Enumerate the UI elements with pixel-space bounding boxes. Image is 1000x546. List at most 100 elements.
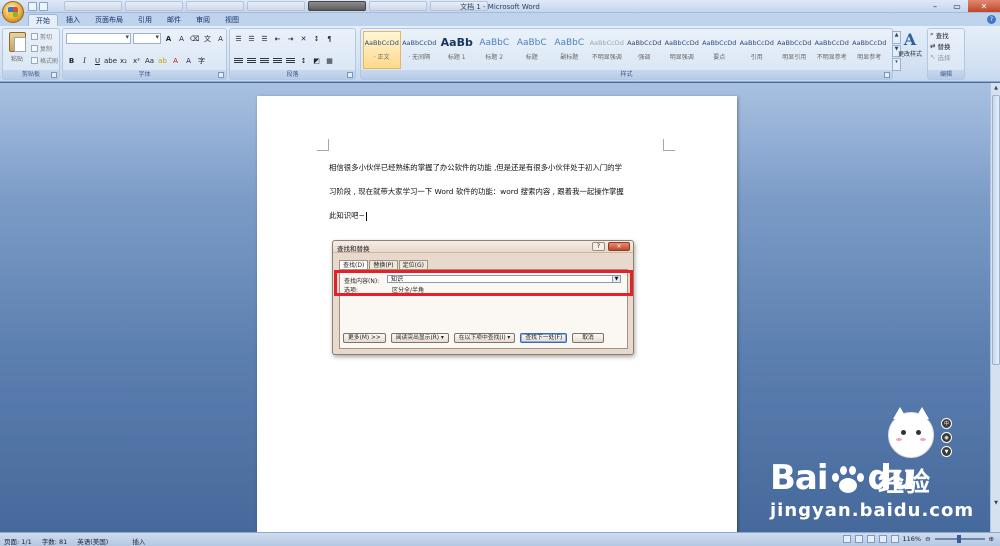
zoom-level[interactable]: 116% — [903, 535, 922, 543]
scroll-down-icon[interactable]: ▼ — [992, 500, 1000, 508]
justify-icon[interactable] — [272, 55, 283, 66]
sort-icon[interactable]: ↕ — [311, 33, 322, 44]
shading-icon[interactable]: ◩ — [311, 55, 322, 66]
borders-icon[interactable]: ▦ — [324, 55, 335, 66]
font-name-select[interactable] — [66, 33, 131, 44]
phonetic-guide-icon[interactable]: 文 — [202, 33, 213, 44]
align-right-icon[interactable] — [259, 55, 270, 66]
status-language[interactable]: 英语(美国) — [77, 536, 108, 546]
print-layout-view-icon[interactable] — [842, 535, 851, 543]
vertical-scrollbar[interactable]: ▲ ▼ — [990, 83, 1000, 532]
find-in-button[interactable]: 在以下项中查找(I) ▾ — [453, 333, 516, 343]
bullets-icon[interactable]: ☰ — [233, 33, 244, 44]
cancel-button[interactable]: 取消 — [572, 333, 604, 343]
increase-indent-icon[interactable]: ⇥ — [285, 33, 296, 44]
select-button[interactable]: ↖ 选择 — [930, 52, 950, 62]
clear-format-icon[interactable]: ⌫ — [189, 33, 200, 44]
style-item[interactable]: AaBbCcDd 明显强调 — [663, 31, 701, 69]
status-words[interactable]: 字数: 81 — [42, 536, 68, 546]
zoom-in-icon[interactable]: ⊕ — [989, 535, 994, 543]
tab-home[interactable]: 开始 — [28, 14, 58, 26]
change-styles-button[interactable]: A 更改样式 — [895, 28, 925, 80]
style-item[interactable]: AaBbC 副标题 — [551, 31, 589, 69]
help-icon[interactable]: ? — [987, 15, 996, 24]
style-item[interactable]: AaBbCcDd 引用 — [738, 31, 776, 69]
style-item[interactable]: AaBbC 标题 2 — [476, 31, 514, 69]
find-button[interactable]: ⌕ 查找 — [930, 30, 950, 40]
show-marks-icon[interactable]: ¶ — [324, 33, 335, 44]
superscript-icon[interactable]: x² — [131, 55, 142, 66]
highlight-icon[interactable]: ab — [157, 55, 168, 66]
format-painter-button[interactable]: 格式刷 — [31, 56, 58, 65]
underline-icon[interactable]: U — [92, 55, 103, 66]
clipboard-launcher-icon[interactable] — [51, 72, 57, 78]
style-item[interactable]: AaBbCcDd · 正文 — [363, 31, 401, 69]
style-item[interactable]: AaBbCcDd 强调 — [626, 31, 664, 69]
style-item[interactable]: AaBbCcDd 不明显强调 — [588, 31, 626, 69]
numbering-icon[interactable]: ☰ — [246, 33, 257, 44]
paragraph-launcher-icon[interactable] — [347, 72, 353, 78]
multilevel-list-icon[interactable]: ☰ — [259, 33, 270, 44]
more-button[interactable]: 更多(M) >> — [343, 333, 386, 343]
web-layout-view-icon[interactable] — [866, 535, 875, 543]
zoom-out-icon[interactable]: ⊖ — [925, 535, 930, 543]
tab-insert[interactable]: 插入 — [59, 14, 87, 26]
replace-button[interactable]: ⇄ 替换 — [930, 41, 950, 51]
align-center-icon[interactable] — [246, 55, 257, 66]
subscript-icon[interactable]: x₂ — [118, 55, 129, 66]
style-item[interactable]: AaBbCcDd · 无间隔 — [401, 31, 439, 69]
scroll-thumb[interactable] — [992, 95, 1000, 365]
draft-view-icon[interactable] — [890, 535, 899, 543]
reading-highlight-button[interactable]: 阅读突出显示(R) ▾ — [390, 333, 449, 343]
char-border-icon[interactable]: A — [215, 33, 226, 44]
office-button[interactable] — [2, 1, 24, 23]
decrease-indent-icon[interactable]: ⇤ — [272, 33, 283, 44]
outline-view-icon[interactable] — [878, 535, 887, 543]
change-case-icon[interactable]: Aa — [144, 55, 155, 66]
italic-icon[interactable]: I — [79, 55, 90, 66]
chinese-layout-icon[interactable]: ✕ — [298, 33, 309, 44]
tab-mailings[interactable]: 邮件 — [160, 14, 188, 26]
bold-icon[interactable]: B — [66, 55, 77, 66]
tab-view[interactable]: 视图 — [218, 14, 246, 26]
zoom-slider[interactable] — [934, 535, 985, 543]
styles-launcher-icon[interactable] — [884, 72, 890, 78]
status-insert-mode[interactable]: 插入 — [132, 536, 145, 546]
font-launcher-icon[interactable] — [218, 72, 224, 78]
paste-button[interactable]: 粘贴 — [7, 32, 27, 68]
minimize-button[interactable]: – — [924, 0, 946, 12]
line-spacing-icon[interactable]: ↕ — [298, 55, 309, 66]
copy-button[interactable]: 复制 — [31, 44, 58, 53]
style-item[interactable]: AaBbC 标题 — [513, 31, 551, 69]
full-screen-view-icon[interactable] — [854, 535, 863, 543]
font-color-icon[interactable]: A — [170, 55, 181, 66]
cut-button[interactable]: 剪切 — [31, 32, 58, 41]
style-item[interactable]: AaBbCcDd 明显引用 — [776, 31, 814, 69]
tab-page-layout[interactable]: 页面布局 — [88, 14, 130, 26]
strikethrough-icon[interactable]: abe — [104, 55, 117, 66]
close-window-button[interactable]: ✕ — [968, 0, 1000, 12]
style-item[interactable]: AaBbCcDd 不明显参考 — [813, 31, 851, 69]
enclose-char-icon[interactable]: 字 — [196, 55, 207, 66]
char-shading-icon[interactable]: A — [183, 55, 194, 66]
distributed-icon[interactable] — [285, 55, 296, 66]
align-left-icon[interactable] — [233, 55, 244, 66]
tab-review[interactable]: 审阅 — [189, 14, 217, 26]
grow-font-icon[interactable]: A — [163, 33, 174, 44]
status-page[interactable]: 页面: 1/1 — [4, 536, 32, 546]
style-item[interactable]: AaBbCcDd 明显参考 — [851, 31, 889, 69]
tab-replace[interactable]: 替换(P) — [369, 260, 398, 269]
tab-goto[interactable]: 定位(G) — [398, 260, 428, 269]
margin-mark — [663, 139, 675, 151]
style-sample: AaBbCcDd — [664, 39, 699, 47]
maximize-button[interactable]: ▭ — [946, 0, 968, 12]
tab-references[interactable]: 引用 — [131, 14, 159, 26]
shrink-font-icon[interactable]: A — [176, 33, 187, 44]
scroll-up-icon[interactable]: ▲ — [992, 85, 1000, 93]
style-item[interactable]: AaBb 标题 1 — [438, 31, 476, 69]
find-next-button[interactable]: 查找下一处(F) — [520, 333, 568, 343]
dialog-help-button[interactable]: ? — [592, 242, 605, 251]
style-item[interactable]: AaBbCcDd 要点 — [701, 31, 739, 69]
font-size-select[interactable] — [133, 33, 161, 44]
dialog-close-button[interactable]: ✕ — [608, 242, 630, 251]
